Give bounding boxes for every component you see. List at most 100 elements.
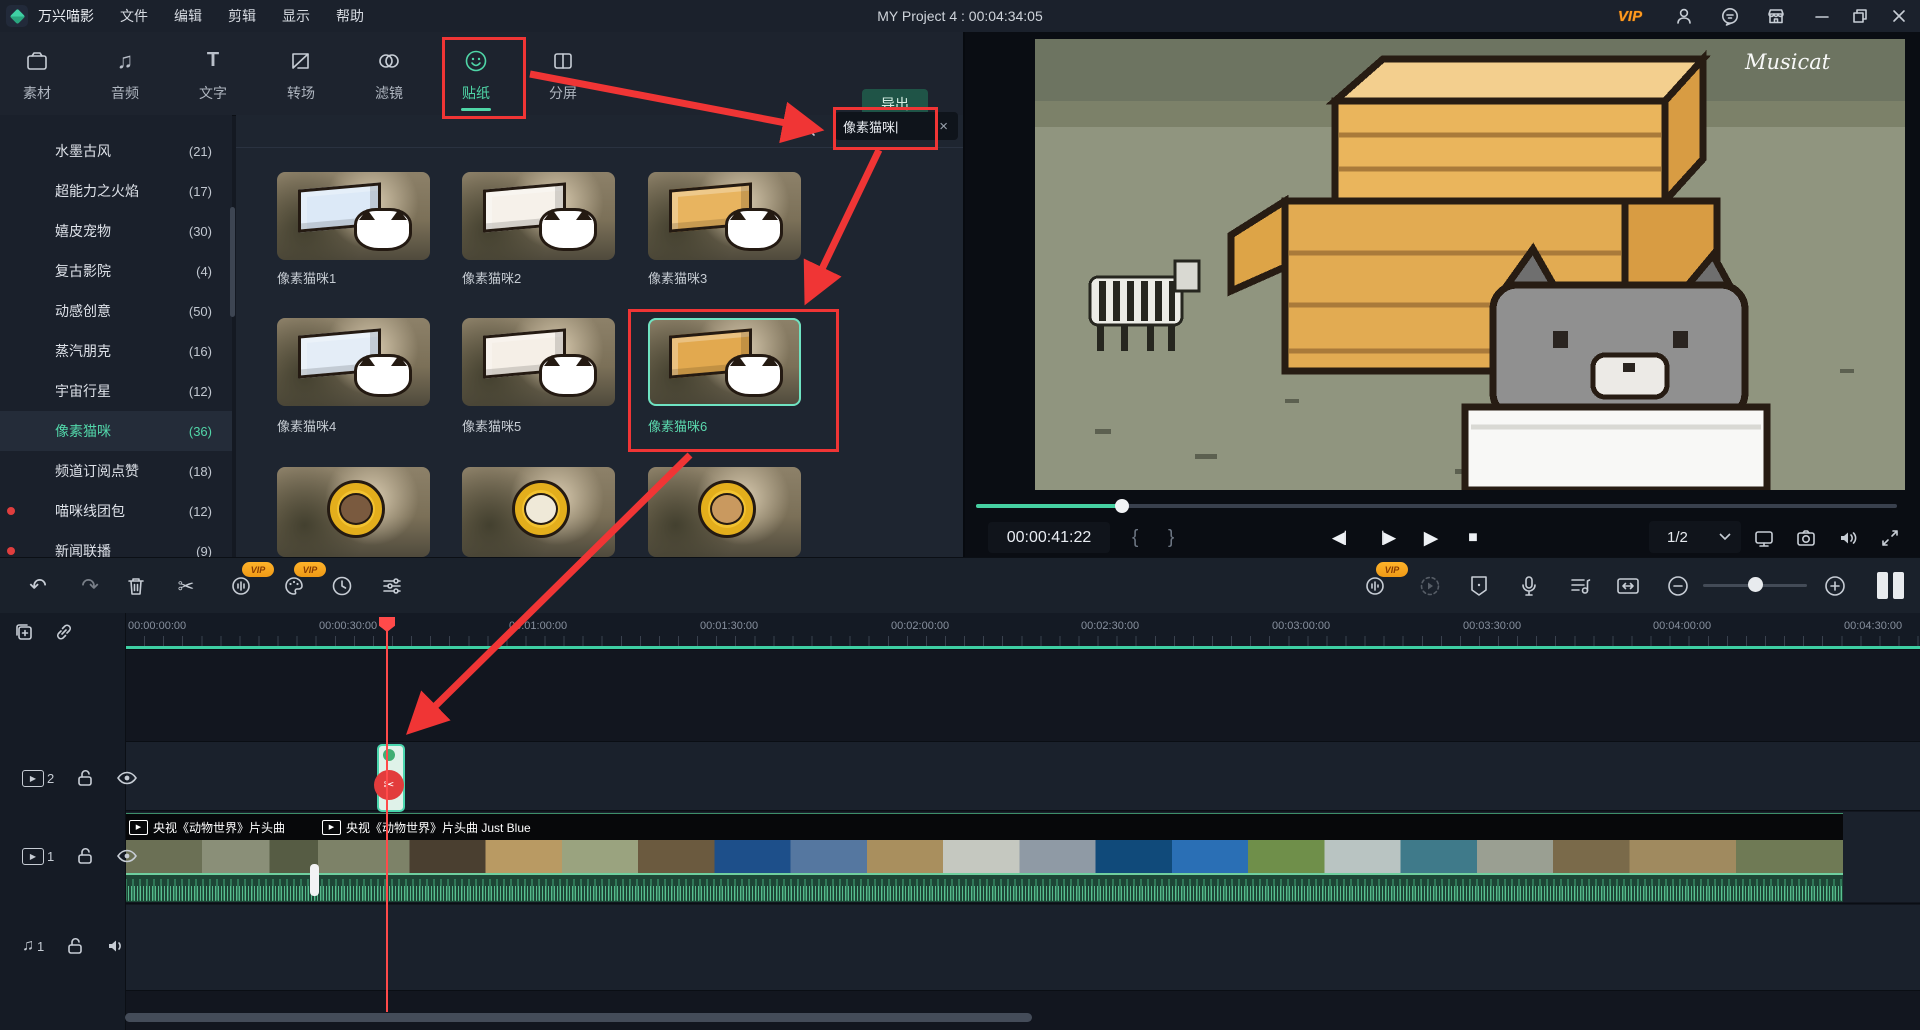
video-clip-2[interactable]: ▶ 央视《动物世界》片头曲 Just Blue bbox=[318, 813, 1843, 840]
eye-icon[interactable] bbox=[116, 770, 138, 786]
sidebar-item[interactable]: 宇宙行星(12) bbox=[0, 371, 232, 411]
search-icon[interactable] bbox=[796, 117, 818, 139]
chevron-down-icon bbox=[1719, 533, 1731, 541]
tab-splitscreen[interactable]: 分屏 bbox=[528, 40, 598, 110]
restore-button[interactable] bbox=[1844, 0, 1876, 32]
sidebar-item[interactable]: 动感创意(50) bbox=[0, 291, 232, 331]
sidebar-item[interactable]: 超能力之火焰(17) bbox=[0, 171, 232, 211]
adjust-sliders-button[interactable] bbox=[376, 570, 408, 602]
mark-out-button[interactable]: } bbox=[1168, 522, 1174, 553]
undo-button[interactable]: ↶ bbox=[22, 570, 54, 602]
denoise-button[interactable]: VIP bbox=[226, 570, 258, 602]
record-voiceover-button[interactable] bbox=[1513, 570, 1545, 602]
media-icon bbox=[25, 48, 49, 74]
clip-trim-handle[interactable] bbox=[310, 864, 319, 896]
sticker-item-5[interactable] bbox=[462, 318, 615, 406]
tab-filter[interactable]: 滤镜 bbox=[354, 40, 424, 110]
sticker-item-3[interactable] bbox=[648, 172, 801, 260]
sidebar-item[interactable]: 喵咪线团包(12) bbox=[0, 491, 232, 531]
clip-thumbnails[interactable] bbox=[125, 839, 318, 873]
vip-button[interactable]: VIP bbox=[1608, 0, 1652, 32]
lock-icon[interactable] bbox=[76, 846, 94, 866]
store-icon[interactable] bbox=[1760, 0, 1792, 32]
sticker-item-9[interactable] bbox=[648, 467, 801, 557]
feedback-icon[interactable] bbox=[1714, 0, 1746, 32]
display-device-icon[interactable] bbox=[1750, 524, 1778, 552]
track-type-icon: ♫1 bbox=[22, 937, 44, 955]
next-frame-button[interactable]: ▕▶ bbox=[1370, 524, 1400, 552]
sidebar-item[interactable]: 水墨古风(21) bbox=[0, 131, 232, 171]
playhead-line[interactable] bbox=[386, 617, 388, 1012]
previous-frame-button[interactable]: ◀▏ bbox=[1328, 524, 1358, 552]
delete-button[interactable] bbox=[120, 570, 152, 602]
lock-icon[interactable] bbox=[66, 936, 84, 956]
sidebar-item[interactable]: 蒸汽朋克(16) bbox=[0, 331, 232, 371]
speed-duration-button[interactable] bbox=[326, 570, 358, 602]
play-button[interactable]: ▶ bbox=[1416, 524, 1446, 552]
clip-play-icon: ▶ bbox=[322, 820, 341, 835]
zoom-in-button[interactable] bbox=[1819, 570, 1851, 602]
minimize-button[interactable] bbox=[1806, 0, 1838, 32]
eye-icon[interactable] bbox=[116, 848, 138, 864]
preview-progress-thumb[interactable] bbox=[1115, 499, 1129, 513]
sticker-item-2[interactable] bbox=[462, 172, 615, 260]
render-preview-button[interactable] bbox=[1414, 570, 1446, 602]
mark-in-button[interactable]: { bbox=[1132, 522, 1138, 553]
panel-layout-button[interactable] bbox=[1877, 572, 1904, 599]
ruler-label: 00:00:30:00 bbox=[319, 620, 377, 632]
sidebar-item[interactable]: 嬉皮宠物(30) bbox=[0, 211, 232, 251]
lock-icon[interactable] bbox=[76, 768, 94, 788]
sidebar-item[interactable]: 复古影院(4) bbox=[0, 251, 232, 291]
fit-timeline-button[interactable] bbox=[1612, 570, 1644, 602]
splitscreen-icon bbox=[551, 48, 575, 74]
close-button[interactable] bbox=[1882, 0, 1916, 32]
clip-play-icon: ▶ bbox=[129, 820, 148, 835]
audio-sync-button[interactable]: VIP bbox=[1360, 570, 1392, 602]
preview-quality-dropdown[interactable]: 1/2 bbox=[1649, 521, 1741, 553]
sticker-item-7[interactable] bbox=[277, 467, 430, 557]
preview-progress-fill bbox=[976, 504, 1122, 508]
tab-transition[interactable]: 转场 bbox=[266, 40, 336, 110]
account-icon[interactable] bbox=[1668, 0, 1700, 32]
clear-search-icon[interactable]: × bbox=[939, 118, 948, 135]
clip-annotation-badge: ✂ bbox=[374, 770, 404, 800]
timeline-horizontal-scrollbar[interactable] bbox=[125, 1013, 1032, 1022]
volume-icon[interactable] bbox=[1834, 524, 1862, 552]
ruler-label: 00:03:30:00 bbox=[1463, 620, 1521, 632]
clip-thumbnails[interactable] bbox=[318, 839, 1843, 873]
sticker-item-4[interactable] bbox=[277, 318, 430, 406]
track-type-icon: ▶1 bbox=[22, 848, 54, 865]
audio-track-header: ♫1 bbox=[22, 936, 126, 956]
speaker-icon[interactable] bbox=[106, 937, 126, 955]
sticker-clip-icon bbox=[383, 749, 395, 761]
sticker-label: 像素猫咪4 bbox=[277, 416, 336, 435]
stop-button[interactable]: ■ bbox=[1458, 524, 1488, 552]
video-preview[interactable] bbox=[1035, 39, 1905, 490]
video-track-2-row[interactable] bbox=[0, 742, 1920, 810]
tab-text[interactable]: T 文字 bbox=[178, 40, 248, 110]
tab-media[interactable]: 素材 bbox=[2, 40, 72, 110]
sidebar-item[interactable]: 频道订阅点赞(18) bbox=[0, 451, 232, 491]
link-clips-icon[interactable] bbox=[50, 618, 78, 646]
audio-mixer-button[interactable] bbox=[1564, 570, 1596, 602]
add-track-icon[interactable] bbox=[10, 618, 38, 646]
fullscreen-icon[interactable] bbox=[1876, 524, 1904, 552]
tab-audio[interactable]: ♫ 音频 bbox=[90, 40, 160, 110]
sidebar-item-pixel-cat-active[interactable]: 像素猫咪(36) bbox=[0, 411, 232, 451]
color-palette-button[interactable]: VIP bbox=[278, 570, 310, 602]
redo-button[interactable]: ↷ bbox=[74, 570, 106, 602]
ruler-label: 00:00:00:00 bbox=[128, 620, 186, 632]
annotation-box-search bbox=[833, 107, 938, 150]
split-scissors-button[interactable]: ✂ bbox=[170, 570, 202, 602]
zoom-out-button[interactable] bbox=[1662, 570, 1694, 602]
sidebar-scrollbar[interactable] bbox=[230, 207, 235, 317]
sticker-item-8[interactable] bbox=[462, 467, 615, 557]
clip-audio-waveform[interactable] bbox=[125, 873, 1843, 902]
video-clip-1[interactable]: ▶ 央视《动物世界》片头曲 bbox=[125, 813, 318, 840]
audio-track-1-row[interactable] bbox=[0, 905, 1920, 990]
marker-button[interactable] bbox=[1463, 570, 1495, 602]
annotation-box-sticker-tab bbox=[442, 37, 526, 119]
sticker-item-1[interactable] bbox=[277, 172, 430, 260]
snapshot-camera-icon[interactable] bbox=[1792, 524, 1820, 552]
timeline-zoom-knob[interactable] bbox=[1748, 577, 1763, 592]
